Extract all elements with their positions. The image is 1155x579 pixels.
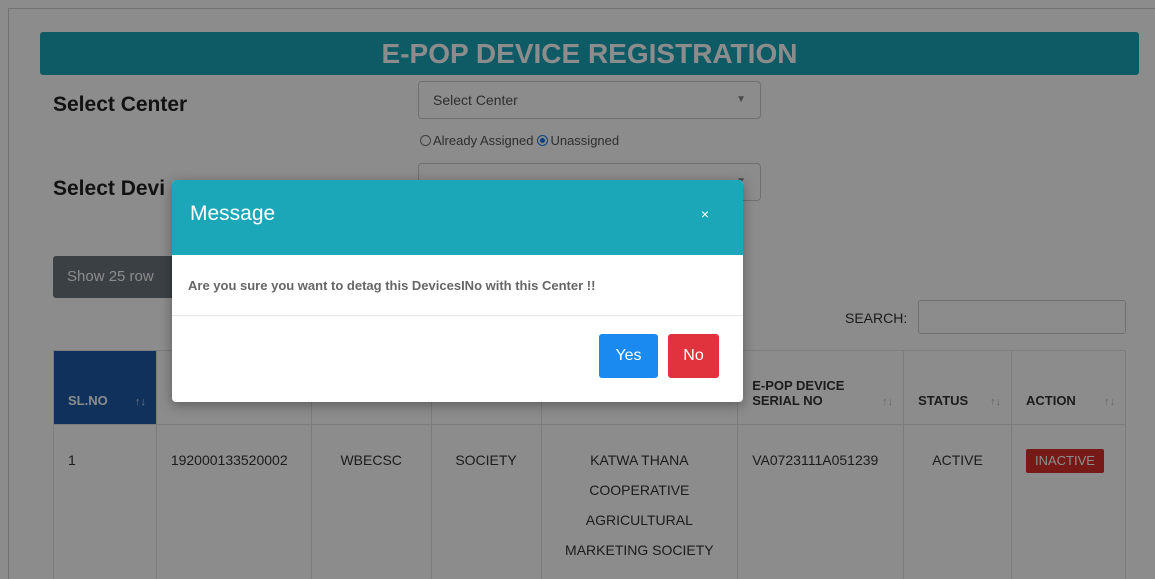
no-button[interactable]: No [668,334,719,378]
dialog-footer: Yes No [172,316,743,402]
dialog-header: Message × [172,180,743,255]
yes-button[interactable]: Yes [599,334,658,378]
close-icon[interactable]: × [701,206,709,222]
confirm-dialog: Message × Are you sure you want to detag… [172,180,743,402]
dialog-title: Message [190,202,276,225]
dialog-message: Are you sure you want to detag this Devi… [172,255,743,316]
screen: E-POP DEVICE REGISTRATION Select Center … [0,0,1155,579]
